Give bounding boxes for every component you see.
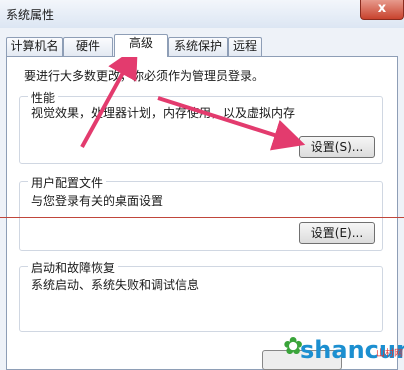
admin-note: 要进行大多数更改，你必须作为管理员登录。 (24, 69, 265, 83)
tab-remote[interactable]: 远程 (228, 37, 262, 56)
startup-recovery-label: 启动和故障恢复 (28, 259, 119, 276)
performance-description: 视觉效果，处理器计划，内存使用，以及虚拟内存 (31, 106, 296, 120)
tab-system-protection[interactable]: 系统保护 (168, 37, 228, 56)
user-profiles-label: 用户配置文件 (28, 174, 107, 191)
close-button[interactable]: x (360, 0, 404, 20)
user-profiles-settings-button[interactable]: 设置(E)... (299, 222, 375, 244)
close-icon: x (377, 1, 387, 16)
tab-advanced[interactable]: 高级 (114, 34, 168, 57)
red-divider-line (0, 217, 404, 218)
window-title: 系统属性 (6, 8, 55, 22)
tab-computer-name[interactable]: 计算机名 (6, 37, 63, 56)
performance-settings-button[interactable]: 设置(S)... (299, 136, 375, 158)
startup-recovery-description: 系统启动、系统失败和调试信息 (31, 278, 200, 292)
tab-hardware[interactable]: 硬件 (63, 37, 113, 56)
user-profiles-description: 与您登录有关的桌面设置 (31, 194, 164, 208)
watermark-sub: 山村网 (376, 349, 404, 359)
title-bar: 系统属性 x (0, 0, 404, 28)
